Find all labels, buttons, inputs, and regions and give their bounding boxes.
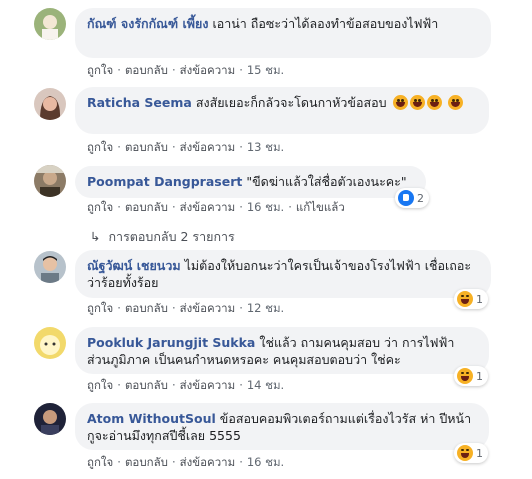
comment-actions: ถูกใจ · ตอบกลับ · ส่งข้อความ · 15 ชม. — [87, 63, 285, 77]
grinning-squint-emoji — [426, 95, 442, 110]
comment-text: "ขีดฆ่าแล้วใส่ชื่อตัวเองนะคะ" — [246, 174, 407, 189]
comment-bubble: Pookluk Jarungjit Sukka ใช่แล้ว ถามคนคุมส… — [75, 327, 489, 374]
reaction-count[interactable]: 1 — [454, 366, 488, 386]
comment-actions: ถูกใจ · ตอบกลับ · ส่งข้อความ · 14 ชม. — [87, 378, 285, 392]
commenter-name[interactable]: Atom WithoutSoul — [87, 411, 216, 426]
reaction-count-number: 1 — [476, 446, 483, 460]
commenter-name[interactable]: Pookluk Jarungjit Sukka — [87, 335, 255, 350]
commenter-name[interactable]: Poompat Dangprasert — [87, 174, 242, 189]
replies-label: การตอบกลับ 2 รายการ — [108, 229, 235, 244]
reply-link[interactable]: ตอบกลับ — [125, 301, 168, 315]
reply-link[interactable]: ตอบกลับ — [125, 455, 168, 469]
commenter-name[interactable]: กัณฑ์ จงรักกัณฑ์ เพี้ยง — [87, 16, 208, 31]
haha-icon — [457, 368, 473, 384]
timestamp[interactable]: 16 ชม. — [247, 455, 284, 469]
comment-actions: ถูกใจ · ตอบกลับ · ส่งข้อความ · 12 ชม. — [87, 301, 285, 315]
reply-link[interactable]: ตอบกลับ — [125, 378, 168, 392]
timestamp[interactable]: 15 ชม. — [247, 63, 284, 77]
avatar[interactable] — [34, 8, 66, 40]
haha-icon — [457, 445, 473, 461]
message-link[interactable]: ส่งข้อความ — [180, 378, 236, 392]
message-link[interactable]: ส่งข้อความ — [180, 200, 236, 214]
timestamp[interactable]: 12 ชม. — [247, 301, 284, 315]
comment-actions: ถูกใจ · ตอบกลับ · ส่งข้อความ · 16 ชม. · แก้ไขแล้… — [87, 200, 345, 214]
reaction-count[interactable]: 1 — [454, 443, 488, 463]
comment-bubble: กัณฑ์ จงรักกัณฑ์ เพี้ยง เอาน่า ถือซะว่าได… — [75, 8, 491, 58]
avatar-image — [34, 327, 66, 359]
avatar[interactable] — [34, 251, 66, 283]
like-link[interactable]: ถูกใจ — [87, 455, 113, 469]
avatar[interactable] — [34, 403, 66, 435]
message-link[interactable]: ส่งข้อความ — [180, 63, 236, 77]
reply-link[interactable]: ตอบกลับ — [125, 200, 168, 214]
reaction-count-number: 1 — [476, 369, 483, 383]
comment-actions: ถูกใจ · ตอบกลับ · ส่งข้อความ · 16 ชม. — [87, 455, 285, 469]
reaction-count[interactable]: 2 — [395, 188, 429, 208]
like-link[interactable]: ถูกใจ — [87, 140, 113, 154]
comment-text: เอาน่า ถือซะว่าได้ลองทำข้อสอบของไฟฟ้า — [212, 16, 439, 31]
timestamp[interactable]: 16 ชม. — [247, 200, 284, 214]
like-icon — [398, 190, 414, 206]
comment-bubble: Raticha Seema สงสัยเยอะก็กลัวจะโดนกาหัวข้… — [75, 87, 489, 134]
like-link[interactable]: ถูกใจ — [87, 301, 113, 315]
comment-bubble: ณัฐวัฒน์ เชยนวม ไม่ต้องให้บอกนะว่าใครเป็น… — [75, 250, 491, 298]
message-link[interactable]: ส่งข้อความ — [180, 140, 236, 154]
like-link[interactable]: ถูกใจ — [87, 378, 113, 392]
grinning-squint-emoji — [392, 95, 408, 110]
avatar[interactable] — [34, 88, 66, 120]
avatar-image — [34, 165, 66, 197]
like-link[interactable]: ถูกใจ — [87, 63, 113, 77]
avatar-image — [34, 403, 66, 435]
haha-icon — [457, 291, 473, 307]
view-replies-link[interactable]: ↳ การตอบกลับ 2 รายการ — [90, 227, 235, 247]
avatar-image — [34, 251, 66, 283]
message-link[interactable]: ส่งข้อความ — [180, 455, 236, 469]
avatar-image — [34, 88, 66, 120]
grinning-squint-emoji — [409, 95, 425, 110]
reply-link[interactable]: ตอบกลับ — [125, 140, 168, 154]
avatar-image — [34, 8, 66, 40]
reaction-count[interactable]: 1 — [454, 289, 488, 309]
comment-text: สงสัยเยอะก็กลัวจะโดนกาหัวข้อสอบ — [195, 95, 387, 110]
comment-bubble: Atom WithoutSoul ข้อสอบคอมพิวเตอร์ถามแต่เ… — [75, 403, 489, 450]
reply-arrow-icon: ↳ — [90, 229, 101, 244]
like-link[interactable]: ถูกใจ — [87, 200, 113, 214]
comment-bubble: Poompat Dangprasert "ขีดฆ่าแล้วใส่ชื่อตัว… — [75, 166, 426, 198]
reply-link[interactable]: ตอบกลับ — [125, 63, 168, 77]
timestamp[interactable]: 13 ชม. — [247, 140, 284, 154]
timestamp[interactable]: 14 ชม. — [247, 378, 284, 392]
message-link[interactable]: ส่งข้อความ — [180, 301, 236, 315]
reaction-count-number: 2 — [417, 191, 424, 205]
avatar[interactable] — [34, 165, 66, 197]
edited-link[interactable]: แก้ไขแล้ว — [296, 200, 345, 214]
grinning-squint-emoji — [447, 95, 463, 110]
commenter-name[interactable]: Raticha Seema — [87, 95, 192, 110]
commenter-name[interactable]: ณัฐวัฒน์ เชยนวม — [87, 258, 181, 273]
avatar[interactable] — [34, 327, 66, 359]
comment-actions: ถูกใจ · ตอบกลับ · ส่งข้อความ · 13 ชม. — [87, 140, 285, 154]
reaction-count-number: 1 — [476, 292, 483, 306]
